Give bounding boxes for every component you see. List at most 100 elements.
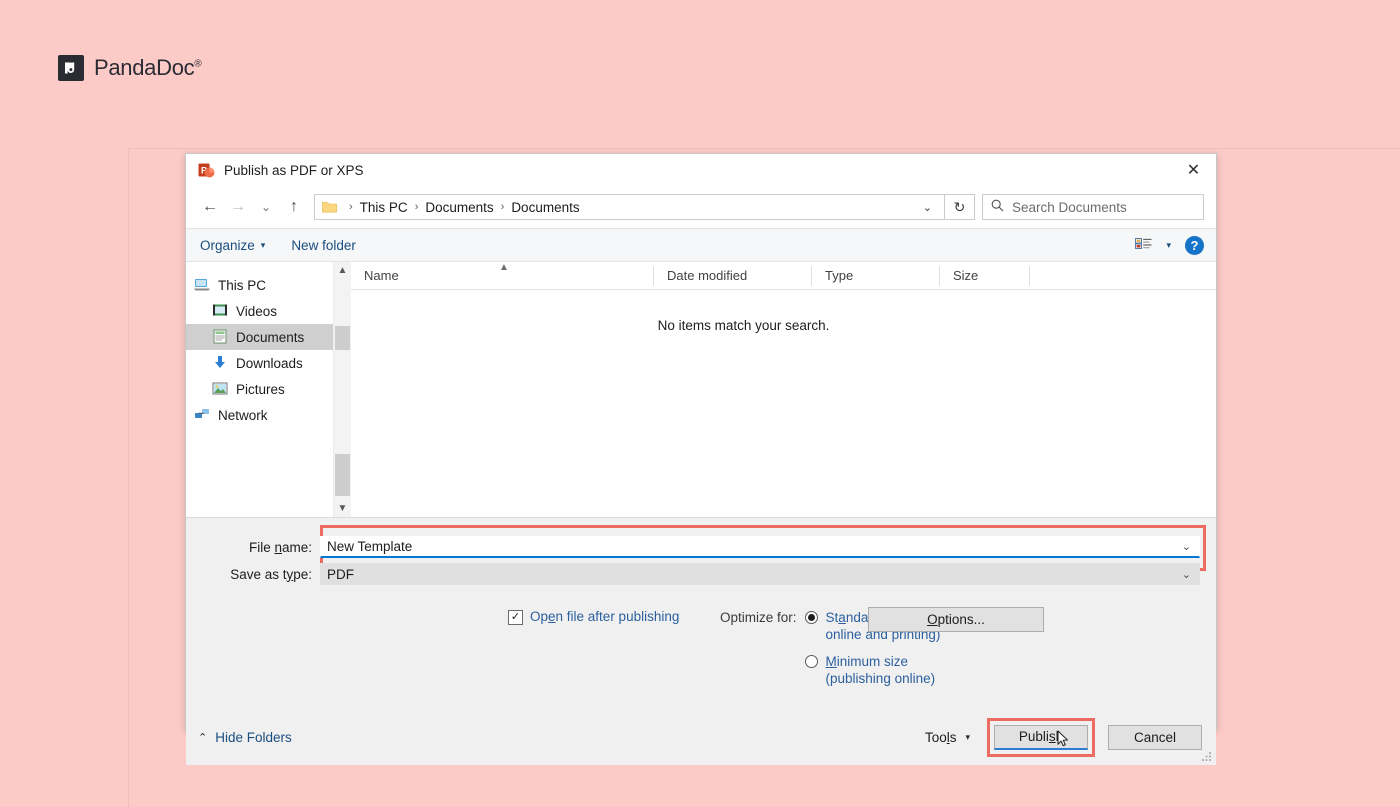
footer-actions: Tools ▾ Publish Cancel bbox=[925, 717, 1202, 757]
cancel-button[interactable]: Cancel bbox=[1108, 724, 1202, 750]
pandadoc-name: PandaDoc bbox=[94, 55, 195, 80]
save-as-type-chevron-down-icon[interactable]: ⌄ bbox=[1182, 568, 1191, 581]
breadcrumb-item-documents-1[interactable]: Documents bbox=[425, 200, 493, 215]
save-as-type-select[interactable]: PDF ⌄ bbox=[320, 563, 1200, 585]
organize-button[interactable]: Organize ▾ bbox=[200, 238, 265, 253]
breadcrumb-item-documents-2[interactable]: Documents bbox=[511, 200, 579, 215]
tree-label: Documents bbox=[236, 329, 305, 345]
scroll-down-icon[interactable]: ▼ bbox=[334, 500, 351, 517]
close-icon[interactable]: ✕ bbox=[1171, 154, 1216, 185]
tree-item-network[interactable]: Network bbox=[186, 402, 333, 428]
breadcrumb-separator-2: › bbox=[500, 201, 505, 213]
file-name-value: New Template bbox=[327, 539, 413, 554]
open-after-publishing-checkbox-group[interactable]: ✓ Open file after publishing bbox=[508, 609, 720, 687]
dialog-title: Publish as PDF or XPS bbox=[224, 162, 364, 178]
new-folder-button[interactable]: New folder bbox=[291, 238, 356, 253]
tree-item-downloads[interactable]: Downloads bbox=[186, 350, 333, 376]
breadcrumb-item-this-pc[interactable]: This PC bbox=[360, 200, 408, 215]
folder-icon bbox=[322, 201, 337, 214]
options-label: ptions... bbox=[937, 612, 985, 627]
save-as-type-row: Save as type: PDF ⌄ bbox=[186, 563, 1216, 585]
tree-scrollbar[interactable]: ▲ ▼ bbox=[333, 262, 351, 517]
options-key: O bbox=[927, 612, 938, 627]
scrollbar-thumb-upper[interactable] bbox=[335, 326, 350, 350]
tree-label: Pictures bbox=[236, 381, 285, 397]
scrollbar-thumb-lower[interactable] bbox=[335, 454, 350, 496]
scroll-up-icon[interactable]: ▲ bbox=[334, 262, 351, 279]
command-bar: Organize ▾ New folder ▾ ? bbox=[186, 228, 1216, 262]
file-name-input[interactable]: New Template ⌄ bbox=[320, 536, 1200, 558]
search-input[interactable]: Search Documents bbox=[982, 194, 1204, 220]
downloads-icon bbox=[212, 355, 229, 371]
publish-pre: Publi bbox=[1018, 729, 1049, 744]
file-name-chevron-down-icon[interactable]: ⌄ bbox=[1182, 540, 1191, 553]
breadcrumb-chevron-down-icon[interactable]: ⌄ bbox=[915, 201, 940, 214]
save-as-type-label: Save as type: bbox=[186, 567, 320, 582]
this-pc-icon bbox=[194, 277, 211, 293]
refresh-icon[interactable]: ↻ bbox=[945, 194, 975, 220]
tree-label: Videos bbox=[236, 303, 278, 319]
radio-standard-button[interactable] bbox=[804, 611, 818, 624]
label-key: a bbox=[838, 610, 846, 625]
column-label: Type bbox=[825, 268, 854, 283]
powerpoint-icon: P bbox=[198, 162, 215, 179]
view-layout-icon[interactable] bbox=[1135, 237, 1152, 253]
tools-label: Tools bbox=[925, 730, 957, 745]
breadcrumb-separator-1: › bbox=[414, 201, 419, 213]
up-one-level-icon[interactable]: ↑ bbox=[280, 193, 308, 221]
resize-grip-icon[interactable] bbox=[1201, 750, 1213, 762]
file-name-row: File name: New Template ⌄ bbox=[186, 536, 1216, 558]
save-form-area: File name: New Template ⌄ Save as type: … bbox=[186, 517, 1216, 765]
label-key: e bbox=[548, 609, 556, 624]
radio-minimum-size-label: Minimum size (publishing online) bbox=[826, 653, 936, 687]
chevron-down-icon: ▾ bbox=[965, 731, 970, 742]
dialog-footer: ⌃ Hide Folders Tools ▾ Publish bbox=[186, 709, 1216, 765]
recent-locations-icon[interactable]: ⌄ bbox=[252, 193, 280, 221]
column-headers: Name ▲ Date modified Type Size bbox=[351, 262, 1216, 290]
command-bar-right: ▾ ? bbox=[1135, 235, 1206, 255]
tools-button[interactable]: Tools ▾ bbox=[925, 730, 974, 745]
file-name-label-pre: File bbox=[248, 539, 275, 555]
publish-options-row: ✓ Open file after publishing Optimize fo… bbox=[186, 607, 1216, 687]
navigation-bar: ← → ⌄ ↑ › This PC › Documents › Document… bbox=[186, 186, 1216, 228]
publish-highlight-box: Publish bbox=[987, 717, 1095, 757]
navigation-tree: This PC Videos Documents Downloads Pictu… bbox=[186, 262, 333, 517]
file-name-label: File name: bbox=[186, 540, 320, 555]
forward-icon[interactable]: → bbox=[224, 193, 252, 221]
back-icon[interactable]: ← bbox=[196, 193, 224, 221]
empty-list-message: No items match your search. bbox=[657, 318, 830, 333]
column-header-name[interactable]: Name ▲ bbox=[351, 262, 654, 286]
search-placeholder: Search Documents bbox=[1012, 199, 1127, 215]
breadcrumb[interactable]: › This PC › Documents › Documents ⌄ bbox=[314, 194, 945, 220]
view-chevron-down-icon[interactable]: ▾ bbox=[1166, 240, 1171, 251]
pandadoc-wordmark: PandaDoc® bbox=[94, 55, 202, 81]
save-as-type-value: PDF bbox=[327, 566, 354, 582]
tree-item-documents[interactable]: Documents bbox=[186, 324, 333, 350]
network-icon bbox=[194, 407, 211, 423]
radio-dot bbox=[807, 614, 815, 621]
help-icon[interactable]: ? bbox=[1185, 235, 1204, 255]
tree-item-this-pc[interactable]: This PC bbox=[186, 272, 333, 298]
column-header-type[interactable]: Type bbox=[812, 265, 940, 286]
tree-item-videos[interactable]: Videos bbox=[186, 298, 333, 324]
hide-folders-button[interactable]: ⌃ Hide Folders bbox=[198, 730, 292, 745]
column-header-date-modified[interactable]: Date modified bbox=[654, 265, 812, 286]
publish-button[interactable]: Publish bbox=[994, 724, 1088, 750]
pictures-icon bbox=[212, 381, 229, 397]
save-as-type-label-pre: Save as t bbox=[230, 566, 287, 582]
options-button[interactable]: Options... bbox=[868, 607, 1044, 632]
pandadoc-logo-mark-icon bbox=[58, 55, 84, 81]
radio-minimum-size-button[interactable] bbox=[804, 655, 818, 668]
label-post: n file after publishing bbox=[555, 609, 680, 624]
column-header-size[interactable]: Size bbox=[940, 265, 1030, 286]
tools-post: s bbox=[949, 729, 957, 745]
documents-icon bbox=[212, 329, 229, 345]
mouse-cursor-icon bbox=[1057, 729, 1070, 748]
browser-body: This PC Videos Documents Downloads Pictu… bbox=[186, 262, 1216, 517]
chevron-down-icon: ▾ bbox=[260, 239, 266, 250]
label-post: inimum size bbox=[836, 654, 909, 669]
open-after-publishing-checkbox[interactable]: ✓ bbox=[508, 610, 523, 625]
tree-item-pictures[interactable]: Pictures bbox=[186, 376, 333, 402]
radio-minimum-size[interactable]: Minimum size (publishing online) bbox=[804, 653, 950, 687]
trademark-symbol: ® bbox=[194, 58, 202, 70]
